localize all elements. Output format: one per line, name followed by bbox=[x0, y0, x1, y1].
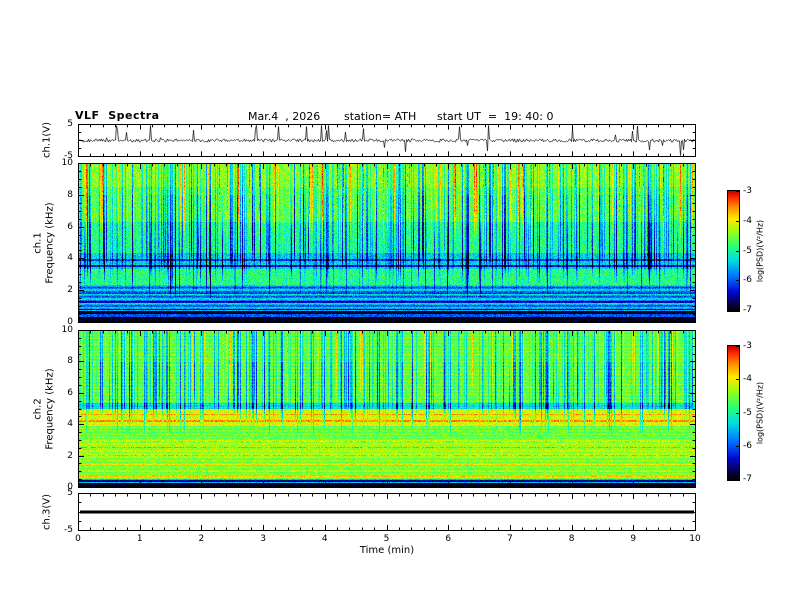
colorbar-tick-label: -3 bbox=[743, 186, 752, 196]
y-tick-label: 5 bbox=[67, 119, 73, 129]
x-tick-label: 7 bbox=[507, 534, 513, 544]
time-axis-label: Time (min) bbox=[359, 545, 415, 556]
ch2-colorbar bbox=[727, 345, 740, 481]
x-tick-label: 10 bbox=[689, 534, 701, 544]
y-tick-label: 10 bbox=[61, 158, 73, 168]
colorbar-tick-label: -6 bbox=[743, 275, 752, 286]
axis-label-line: Frequency (kHz) bbox=[44, 368, 55, 450]
figure-title: VLF Spectra bbox=[75, 109, 160, 122]
ch1-spectrogram-panel bbox=[78, 163, 696, 323]
axis-label-line: ch.2 bbox=[32, 398, 44, 420]
y-tick-label: 8 bbox=[67, 189, 73, 200]
ch2-spectrogram-panel bbox=[78, 330, 696, 488]
x-tick-label: 0 bbox=[75, 534, 81, 544]
colorbar-tick-label: -4 bbox=[743, 374, 752, 385]
y-tick-label: 4 bbox=[67, 419, 73, 430]
y-tick-label: 5 bbox=[67, 488, 73, 498]
ch1-frequency-axis-label: ch.1 Frequency (kHz) bbox=[33, 202, 56, 283]
x-tick-label: 6 bbox=[445, 534, 452, 544]
x-tick-label: 9 bbox=[630, 534, 637, 544]
start-ut-label: start UT = 19: 40: 0 bbox=[437, 110, 554, 123]
colorbar-tick-label: -5 bbox=[743, 407, 752, 418]
y-tick-label: 2 bbox=[67, 285, 73, 296]
colorbar-tick-label: -5 bbox=[743, 245, 752, 256]
x-tick-label: 2 bbox=[198, 534, 205, 544]
x-tick-label: 1 bbox=[136, 534, 143, 544]
station-label: station= ATH bbox=[344, 110, 417, 123]
date-label: Mar.4 , 2026 bbox=[248, 110, 321, 123]
y-tick-label: 6 bbox=[67, 221, 73, 232]
ch1-waveform-panel bbox=[78, 124, 696, 157]
colorbar-tick-label: -7 bbox=[743, 305, 752, 315]
x-tick-label: 4 bbox=[321, 534, 328, 544]
axis-label-line: ch.1 bbox=[32, 232, 44, 254]
y-tick-label: 10 bbox=[61, 325, 73, 335]
y-tick-label: 2 bbox=[67, 450, 73, 461]
axis-label-line: Frequency (kHz) bbox=[44, 202, 55, 284]
y-tick-label: -5 bbox=[64, 525, 73, 535]
colorbar-tick-label: -7 bbox=[743, 474, 752, 484]
x-tick-label: 8 bbox=[568, 534, 575, 544]
x-tick-label: 3 bbox=[260, 534, 266, 544]
colorbar-tick-label: -3 bbox=[743, 341, 752, 351]
y-tick-label: 8 bbox=[67, 356, 73, 367]
colorbar-tick-label: -6 bbox=[743, 440, 752, 451]
x-tick-label: 5 bbox=[383, 534, 390, 544]
vlf-spectra-figure: VLF Spectra Mar.4 , 2026 station= ATH st… bbox=[0, 0, 792, 612]
colorbar-tick-label: -4 bbox=[743, 215, 752, 226]
y-tick-label: 4 bbox=[67, 253, 73, 264]
ch3-waveform-panel bbox=[78, 493, 696, 531]
ch2-frequency-axis-label: ch.2 Frequency (kHz) bbox=[33, 368, 56, 449]
ch1-colorbar bbox=[727, 190, 740, 312]
y-tick-label: 6 bbox=[67, 387, 73, 398]
